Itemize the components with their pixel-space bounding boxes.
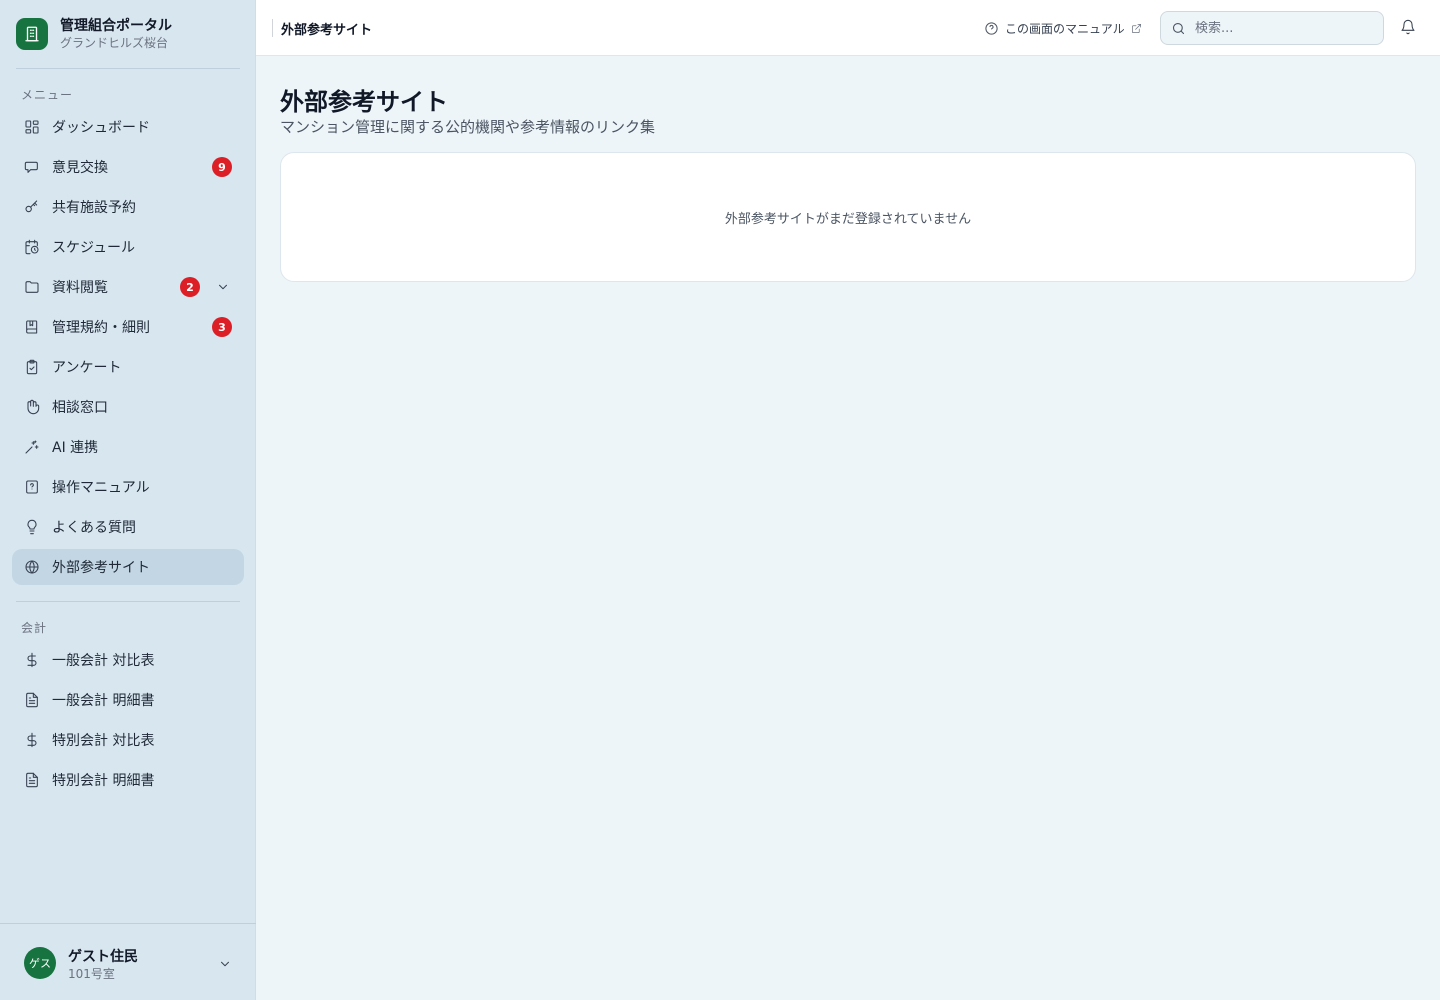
sidebar-item-external-sites[interactable]: 外部参考サイト — [12, 549, 244, 585]
sidebar-item-documents[interactable]: 資料閲覧 2 — [12, 269, 244, 305]
manual-book-icon — [24, 479, 40, 495]
header-title: 外部参考サイト — [281, 23, 373, 38]
sidebar-item-faq[interactable]: よくある質問 — [12, 509, 244, 545]
sidebar-item-label: 相談窓口 — [52, 400, 108, 416]
dollar-icon — [24, 652, 40, 668]
brand[interactable]: 管理組合ポータル グランドヒルズ桜台 — [16, 17, 172, 51]
sidebar-item-label: 管理規約・細則 — [52, 320, 150, 336]
sidebar-item-general-statement[interactable]: 一般会計 明細書 — [12, 682, 244, 718]
help-circle-icon — [984, 21, 999, 36]
sidebar-item-bylaws[interactable]: 管理規約・細則 3 — [12, 309, 244, 345]
chevron-down-icon[interactable] — [216, 280, 230, 294]
sidebar-item-label: 外部参考サイト — [52, 560, 150, 576]
unread-badge: 2 — [180, 277, 200, 297]
screen-manual-link[interactable]: この画面のマニュアル — [984, 20, 1142, 37]
dollar-icon — [24, 732, 40, 748]
sidebar-item-discussion[interactable]: 意見交換 9 — [12, 149, 244, 185]
sidebar-item-label: 特別会計 明細書 — [52, 773, 155, 789]
globe-icon — [24, 559, 40, 575]
sidebar-item-consultation[interactable]: 相談窓口 — [12, 389, 244, 425]
document-icon — [24, 692, 40, 708]
sidebar-divider — [16, 601, 240, 602]
header-divider — [272, 19, 273, 37]
sidebar-item-special-statement[interactable]: 特別会計 明細書 — [12, 762, 244, 798]
hand-icon — [24, 399, 40, 415]
brand-subtitle: グランドヒルズ桜台 — [60, 36, 169, 50]
sparkles-icon — [24, 439, 40, 455]
unread-badge: 9 — [212, 157, 232, 177]
sidebar-item-label: よくある質問 — [52, 520, 136, 536]
key-icon — [24, 199, 40, 215]
search-icon — [1171, 21, 1186, 36]
lightbulb-icon — [24, 519, 40, 535]
sidebar-item-label: 操作マニュアル — [52, 480, 150, 496]
external-link-icon — [1131, 23, 1142, 34]
sidebar-item-label: 共有施設予約 — [52, 200, 136, 216]
building-icon — [16, 18, 48, 50]
sidebar-item-schedule[interactable]: スケジュール — [12, 229, 244, 265]
user-name: ゲスト住民 — [68, 949, 138, 965]
document-icon — [24, 772, 40, 788]
sidebar-item-label: 一般会計 明細書 — [52, 693, 155, 709]
page-subtitle: マンション管理に関する公的機関や参考情報のリンク集 — [280, 118, 656, 136]
user-menu[interactable]: ゲス ゲスト住民 101号室 — [0, 923, 256, 1000]
sidebar-item-label: ダッシュボード — [52, 120, 150, 136]
sidebar-item-special-comparison[interactable]: 特別会計 対比表 — [12, 722, 244, 758]
sidebar-item-general-comparison[interactable]: 一般会計 対比表 — [12, 642, 244, 678]
sidebar-divider — [16, 68, 240, 69]
empty-state-message: 外部参考サイトがまだ登録されていません — [724, 211, 972, 227]
sidebar-item-label: 特別会計 対比表 — [52, 733, 155, 749]
menu-section-label: メニュー — [21, 88, 74, 102]
calendar-clock-icon — [24, 239, 40, 255]
chat-bubble-icon — [24, 159, 40, 175]
bell-icon[interactable] — [1400, 19, 1418, 37]
page-title: 外部参考サイト — [280, 88, 448, 116]
sidebar-item-label: スケジュール — [52, 240, 136, 256]
accounting-section-label: 会計 — [21, 621, 48, 635]
sidebar-item-label: 資料閲覧 — [52, 280, 108, 296]
sidebar-item-label: AI 連携 — [52, 440, 99, 456]
sidebar-item-label: 意見交換 — [52, 160, 108, 176]
sidebar-item-dashboard[interactable]: ダッシュボード — [12, 109, 244, 145]
clipboard-check-icon — [24, 359, 40, 375]
sidebar-item-facility-booking[interactable]: 共有施設予約 — [12, 189, 244, 225]
sidebar-item-survey[interactable]: アンケート — [12, 349, 244, 385]
avatar: ゲス — [24, 947, 56, 979]
empty-state-card: 外部参考サイトがまだ登録されていません — [280, 152, 1416, 282]
top-header: 外部参考サイト この画面のマニュアル — [256, 0, 1440, 56]
sidebar: 管理組合ポータル グランドヒルズ桜台 メニュー ダッシュボード 意見交換 9 共… — [0, 0, 256, 1000]
sidebar-item-label: アンケート — [52, 360, 122, 376]
search-input[interactable] — [1195, 20, 1375, 36]
unread-badge: 3 — [212, 317, 232, 337]
accounting-nav: 一般会計 対比表 一般会計 明細書 特別会計 対比表 特別会計 明細書 — [12, 642, 244, 802]
sidebar-item-ai-integration[interactable]: AI 連携 — [12, 429, 244, 465]
search-box[interactable] — [1160, 11, 1384, 45]
sidebar-item-manual[interactable]: 操作マニュアル — [12, 469, 244, 505]
chevron-down-icon[interactable] — [218, 956, 232, 970]
manual-link-label: この画面のマニュアル — [1005, 22, 1125, 36]
book-icon — [24, 319, 40, 335]
main-nav: ダッシュボード 意見交換 9 共有施設予約 スケジュール 資料閲覧 2 管理規約… — [12, 109, 244, 589]
dashboard-grid-icon — [24, 119, 40, 135]
brand-title: 管理組合ポータル — [60, 18, 172, 34]
folder-icon — [24, 279, 40, 295]
sidebar-item-label: 一般会計 対比表 — [52, 653, 155, 669]
user-room: 101号室 — [68, 967, 115, 981]
